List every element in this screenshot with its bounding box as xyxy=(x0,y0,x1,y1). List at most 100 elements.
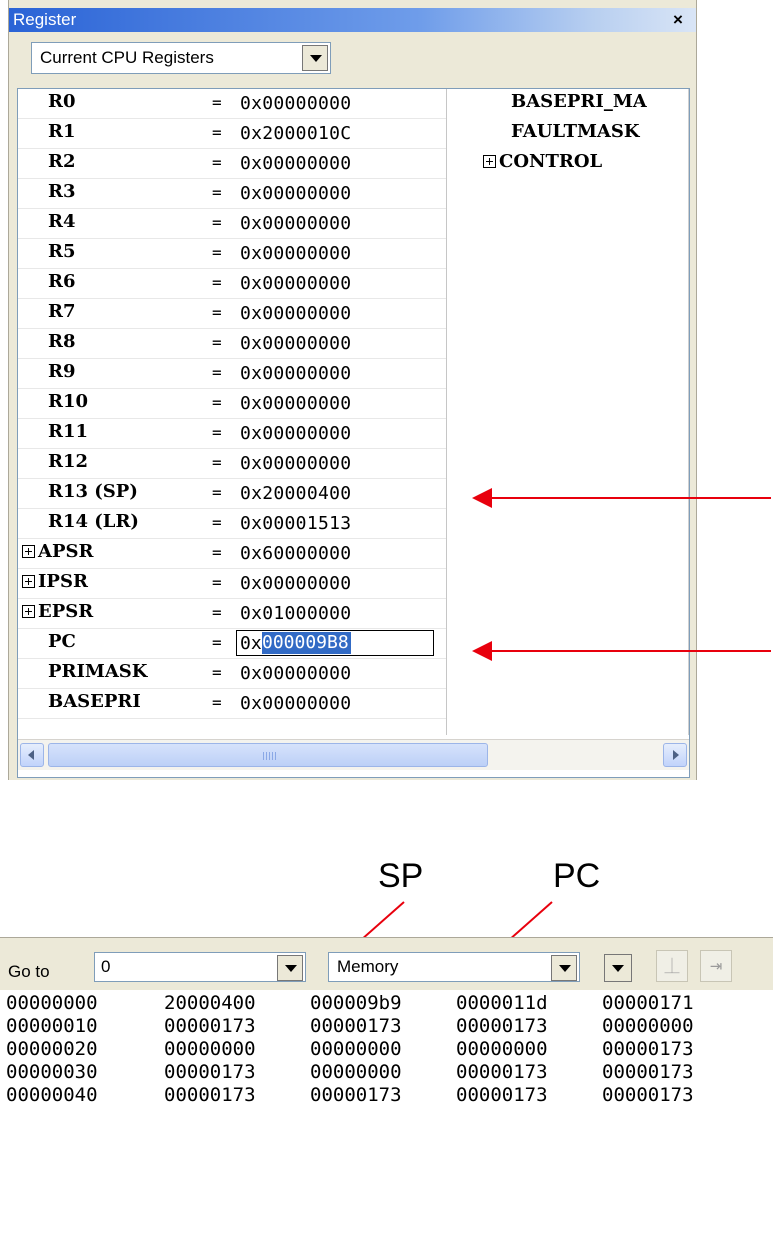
register-row-ipsr[interactable]: IPSR = 0x00000000 xyxy=(18,569,446,599)
register-value[interactable]: 0x00000000 xyxy=(240,333,351,354)
equals-sign: = xyxy=(212,303,222,322)
chevron-down-icon[interactable] xyxy=(551,955,577,981)
register-value[interactable]: 0x2000010C xyxy=(240,123,351,144)
register-row-control[interactable]: CONTROL xyxy=(447,149,687,179)
register-row-r5[interactable]: R5 = 0x00000000 xyxy=(18,239,446,269)
register-row-r12[interactable]: R12 = 0x00000000 xyxy=(18,449,446,479)
register-row-apsr[interactable]: APSR = 0x60000000 xyxy=(18,539,446,569)
address-combo[interactable]: 0 xyxy=(94,952,306,982)
register-value[interactable]: 0x20000400 xyxy=(240,483,351,504)
register-row-primask[interactable]: PRIMASK = 0x00000000 xyxy=(18,659,446,689)
register-value[interactable]: 0x00000000 xyxy=(240,363,351,384)
register-value[interactable]: 0x00000000 xyxy=(240,243,351,264)
memory-word[interactable]: 00000000 xyxy=(310,1061,402,1085)
step-icon-button[interactable]: ⏊ xyxy=(656,950,688,982)
memory-word[interactable]: 00000173 xyxy=(164,1084,256,1108)
scroll-right-icon[interactable] xyxy=(663,743,687,767)
run-to-icon-button[interactable]: ⇥ xyxy=(700,950,732,982)
memory-address: 00000010 xyxy=(6,1015,98,1037)
register-view-select-value: Current CPU Registers xyxy=(40,48,214,67)
register-row-r1[interactable]: R1 = 0x2000010C xyxy=(18,119,446,149)
register-row-r11[interactable]: R11 = 0x00000000 xyxy=(18,419,446,449)
equals-sign: = xyxy=(212,693,222,712)
memory-word[interactable]: 00000173 xyxy=(456,1084,548,1108)
register-view-select[interactable]: Current CPU Registers xyxy=(31,42,331,74)
pc-value-edit-field[interactable]: 0x 000009B8 xyxy=(236,630,434,656)
memory-word[interactable]: 00000000 xyxy=(310,1038,402,1062)
close-icon[interactable]: × xyxy=(668,10,688,30)
chevron-down-icon[interactable] xyxy=(302,45,328,71)
register-name: APSR xyxy=(38,541,94,562)
register-value[interactable]: 0x00000000 xyxy=(240,273,351,294)
register-value[interactable]: 0x00000000 xyxy=(240,453,351,474)
register-name: FAULTMASK xyxy=(511,121,640,142)
memory-type-combo[interactable]: Memory xyxy=(328,952,580,982)
register-row-pc[interactable]: PC = 0x 000009B8 xyxy=(18,629,446,659)
register-value[interactable]: 0x60000000 xyxy=(240,543,351,564)
register-value[interactable]: 0x00000000 xyxy=(240,213,351,234)
register-value[interactable]: 0x00000000 xyxy=(240,423,351,444)
expand-icon[interactable] xyxy=(483,155,496,168)
register-row-r4[interactable]: R4 = 0x00000000 xyxy=(18,209,446,239)
horizontal-scrollbar[interactable] xyxy=(18,739,689,770)
scrollbar-thumb[interactable] xyxy=(48,743,488,767)
memory-word[interactable]: 00000000 xyxy=(602,1015,694,1039)
register-value[interactable]: 0x00001513 xyxy=(240,513,351,534)
memory-word[interactable]: 00000000 xyxy=(164,1038,256,1062)
register-row-r2[interactable]: R2 = 0x00000000 xyxy=(18,149,446,179)
equals-sign: = xyxy=(212,213,222,232)
memory-word[interactable]: 00000173 xyxy=(164,1015,256,1039)
register-name: R2 xyxy=(48,151,76,172)
memory-word[interactable]: 0000011d xyxy=(456,992,548,1016)
register-value[interactable]: 0x00000000 xyxy=(240,153,351,174)
register-row-r0[interactable]: R0 = 0x00000000 xyxy=(18,89,446,119)
register-row-r14-lr[interactable]: R14 (LR) = 0x00001513 xyxy=(18,509,446,539)
options-dropdown-button[interactable] xyxy=(604,954,632,982)
register-row-basepri-max[interactable]: BASEPRI_MA xyxy=(447,89,687,119)
register-value[interactable]: 0x00000000 xyxy=(240,693,351,714)
memory-word[interactable]: 000009b9 xyxy=(310,992,402,1016)
memory-word[interactable]: 20000400 xyxy=(164,992,256,1016)
pc-value-selected-text[interactable]: 000009B8 xyxy=(262,632,351,654)
register-value[interactable]: 0x00000000 xyxy=(240,393,351,414)
register-name: R14 (LR) xyxy=(48,511,139,532)
memory-row: 00000000 20000400 000009b9 0000011d 0000… xyxy=(6,992,694,1016)
memory-word[interactable]: 00000173 xyxy=(602,1038,694,1062)
equals-sign: = xyxy=(212,363,222,382)
memory-word[interactable]: 00000173 xyxy=(310,1084,402,1108)
address-input[interactable]: 0 xyxy=(101,957,110,977)
register-row-r9[interactable]: R9 = 0x00000000 xyxy=(18,359,446,389)
memory-word[interactable]: 00000171 xyxy=(602,992,694,1016)
register-row-faultmask[interactable]: FAULTMASK xyxy=(447,119,687,149)
memory-word[interactable]: 00000173 xyxy=(310,1015,402,1039)
register-row-r10[interactable]: R10 = 0x00000000 xyxy=(18,389,446,419)
expand-icon[interactable] xyxy=(22,605,35,618)
register-row-r3[interactable]: R3 = 0x00000000 xyxy=(18,179,446,209)
register-value[interactable]: 0x01000000 xyxy=(240,603,351,624)
register-value[interactable]: 0x00000000 xyxy=(240,303,351,324)
register-value[interactable]: 0x00000000 xyxy=(240,93,351,114)
memory-address: 00000000 xyxy=(6,992,98,1014)
expand-icon[interactable] xyxy=(22,545,35,558)
memory-word[interactable]: 00000173 xyxy=(456,1015,548,1039)
scroll-left-icon[interactable] xyxy=(20,743,44,767)
register-row-epsr[interactable]: EPSR = 0x01000000 xyxy=(18,599,446,629)
equals-sign: = xyxy=(212,183,222,202)
register-row-basepri[interactable]: BASEPRI = 0x00000000 xyxy=(18,689,446,719)
register-titlebar[interactable]: Register × xyxy=(9,8,696,32)
register-value[interactable]: 0x00000000 xyxy=(240,183,351,204)
memory-word[interactable]: 00000000 xyxy=(456,1038,548,1062)
register-row-r13-sp[interactable]: R13 (SP) = 0x20000400 xyxy=(18,479,446,509)
register-value[interactable]: 0x00000000 xyxy=(240,663,351,684)
memory-word[interactable]: 00000173 xyxy=(456,1061,548,1085)
chevron-down-icon[interactable] xyxy=(277,955,303,981)
expand-icon[interactable] xyxy=(22,575,35,588)
memory-word[interactable]: 00000173 xyxy=(602,1061,694,1085)
register-row-r7[interactable]: R7 = 0x00000000 xyxy=(18,299,446,329)
register-row-r8[interactable]: R8 = 0x00000000 xyxy=(18,329,446,359)
memory-word[interactable]: 00000173 xyxy=(164,1061,256,1085)
register-name: R11 xyxy=(48,421,89,442)
memory-word[interactable]: 00000173 xyxy=(602,1084,694,1108)
register-value[interactable]: 0x00000000 xyxy=(240,573,351,594)
register-row-r6[interactable]: R6 = 0x00000000 xyxy=(18,269,446,299)
